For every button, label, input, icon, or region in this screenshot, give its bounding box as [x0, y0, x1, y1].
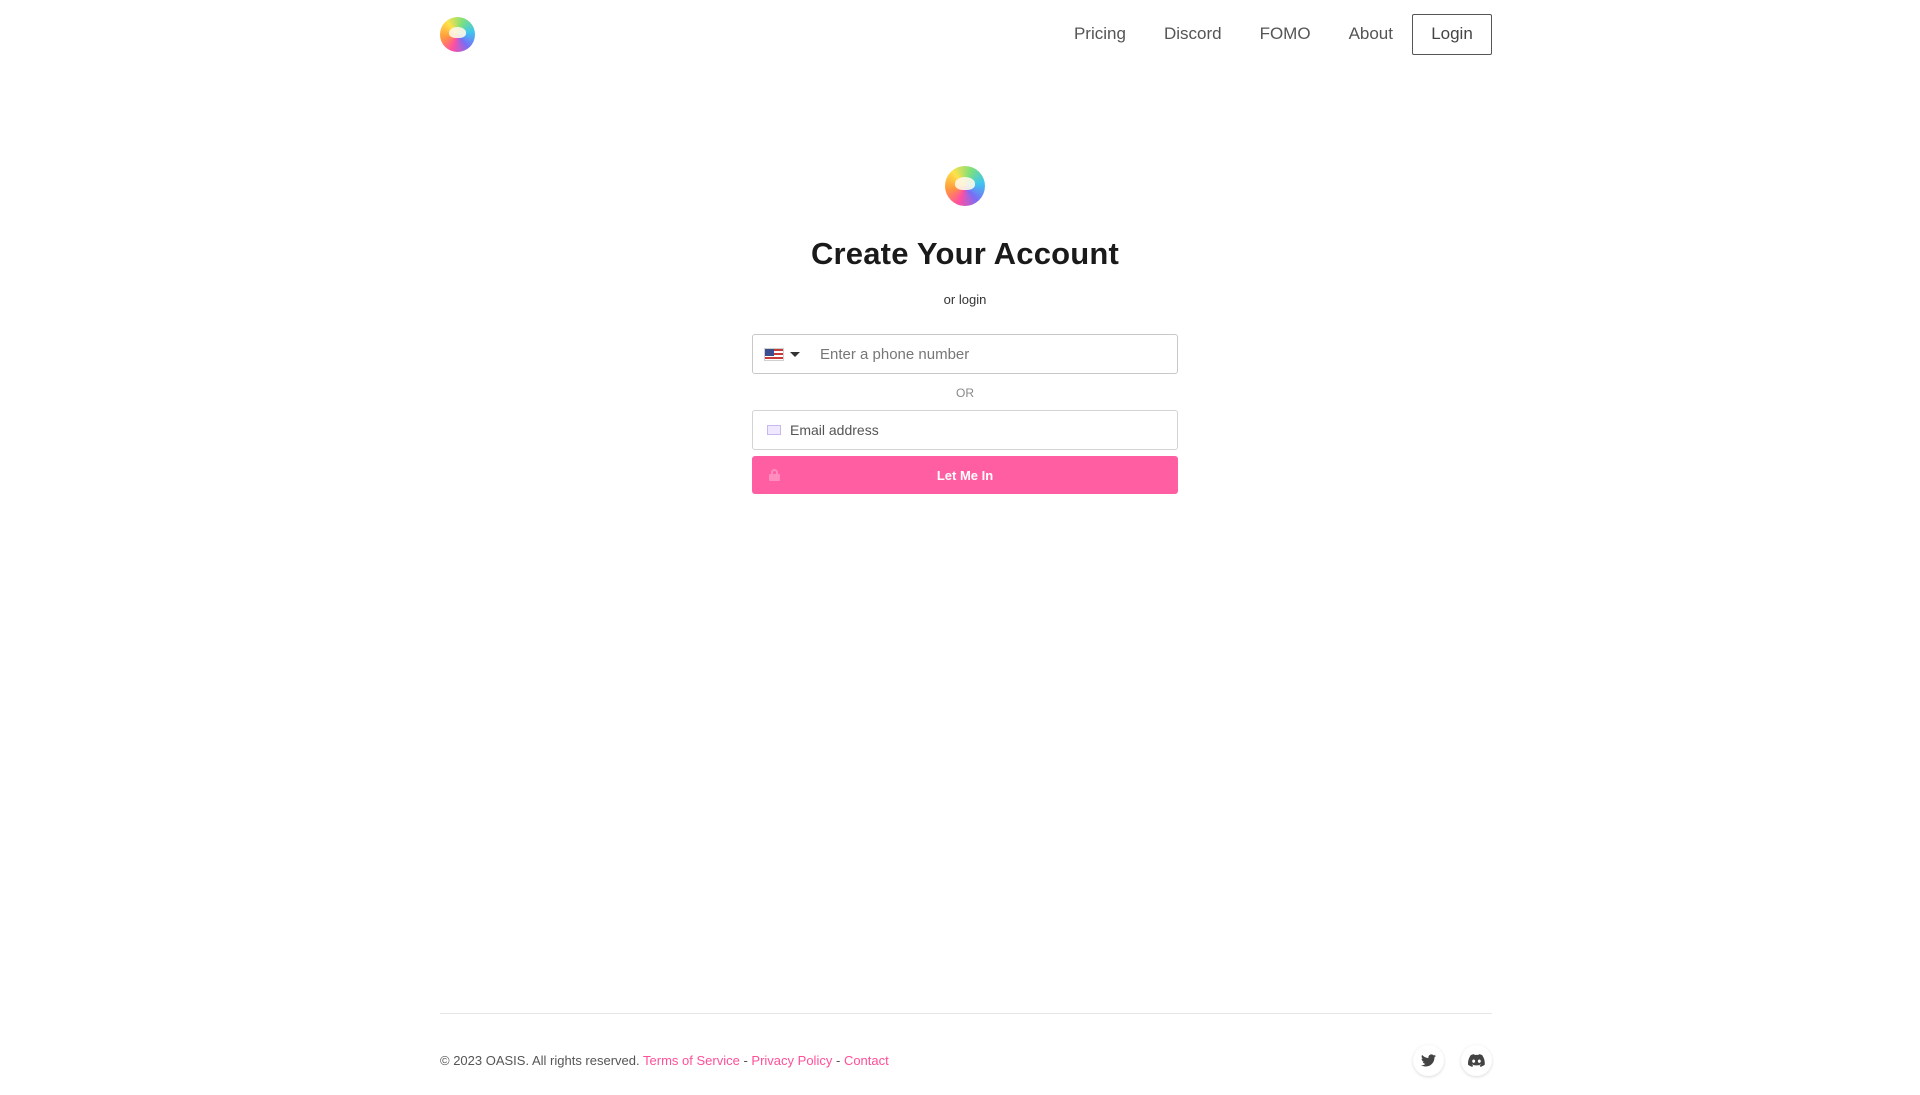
let-me-in-button[interactable]: Let Me In — [752, 456, 1178, 494]
top-nav: Pricing Discord FOMO About Login — [1074, 13, 1492, 55]
nav-link-pricing[interactable]: Pricing — [1074, 24, 1126, 44]
terms-link[interactable]: Terms of Service — [643, 1053, 740, 1068]
login-button[interactable]: Login — [1412, 13, 1492, 55]
or-login-text: or login — [943, 292, 987, 307]
us-flag-icon — [764, 347, 784, 361]
twitter-button[interactable] — [1413, 1044, 1444, 1076]
oasis-logo-icon — [945, 166, 985, 206]
copyright-text: © 2023 OASIS. All rights reserved. — [440, 1052, 640, 1068]
let-me-in-label: Let Me In — [936, 467, 994, 483]
email-input[interactable] — [790, 411, 1177, 449]
page-title: Create Your Account — [810, 236, 1120, 271]
footer: © 2023 OASIS. All rights reserved. Terms… — [440, 1040, 1492, 1080]
footer-divider — [440, 1013, 1492, 1014]
top-header: Pricing Discord FOMO About Login — [440, 0, 1492, 68]
country-code-select[interactable] — [753, 335, 817, 373]
privacy-link[interactable]: Privacy Policy — [751, 1053, 832, 1068]
or-divider-text: OR — [956, 386, 974, 400]
contact-link[interactable]: Contact — [844, 1053, 889, 1068]
social-links — [1413, 1044, 1492, 1076]
footer-separator: - — [835, 1052, 841, 1068]
discord-button[interactable] — [1461, 1044, 1492, 1076]
caret-down-icon — [790, 351, 800, 357]
nav-link-about[interactable]: About — [1349, 24, 1393, 44]
signup-form: Create Your Account or login OR Let Me I… — [752, 166, 1178, 494]
phone-input[interactable] — [817, 335, 1177, 373]
footer-text: © 2023 OASIS. All rights reserved. Terms… — [440, 1053, 889, 1068]
twitter-icon — [1421, 1053, 1436, 1066]
page: Pricing Discord FOMO About Login Create … — [0, 0, 1920, 1095]
phone-field — [752, 334, 1178, 374]
email-field — [752, 410, 1178, 450]
nav-link-fomo[interactable]: FOMO — [1260, 24, 1311, 44]
lock-icon — [769, 469, 780, 481]
oasis-logo-icon[interactable] — [440, 16, 475, 52]
discord-icon — [1468, 1053, 1485, 1067]
nav-link-discord[interactable]: Discord — [1164, 24, 1222, 44]
mail-icon — [767, 425, 781, 435]
footer-separator: - — [743, 1052, 748, 1068]
